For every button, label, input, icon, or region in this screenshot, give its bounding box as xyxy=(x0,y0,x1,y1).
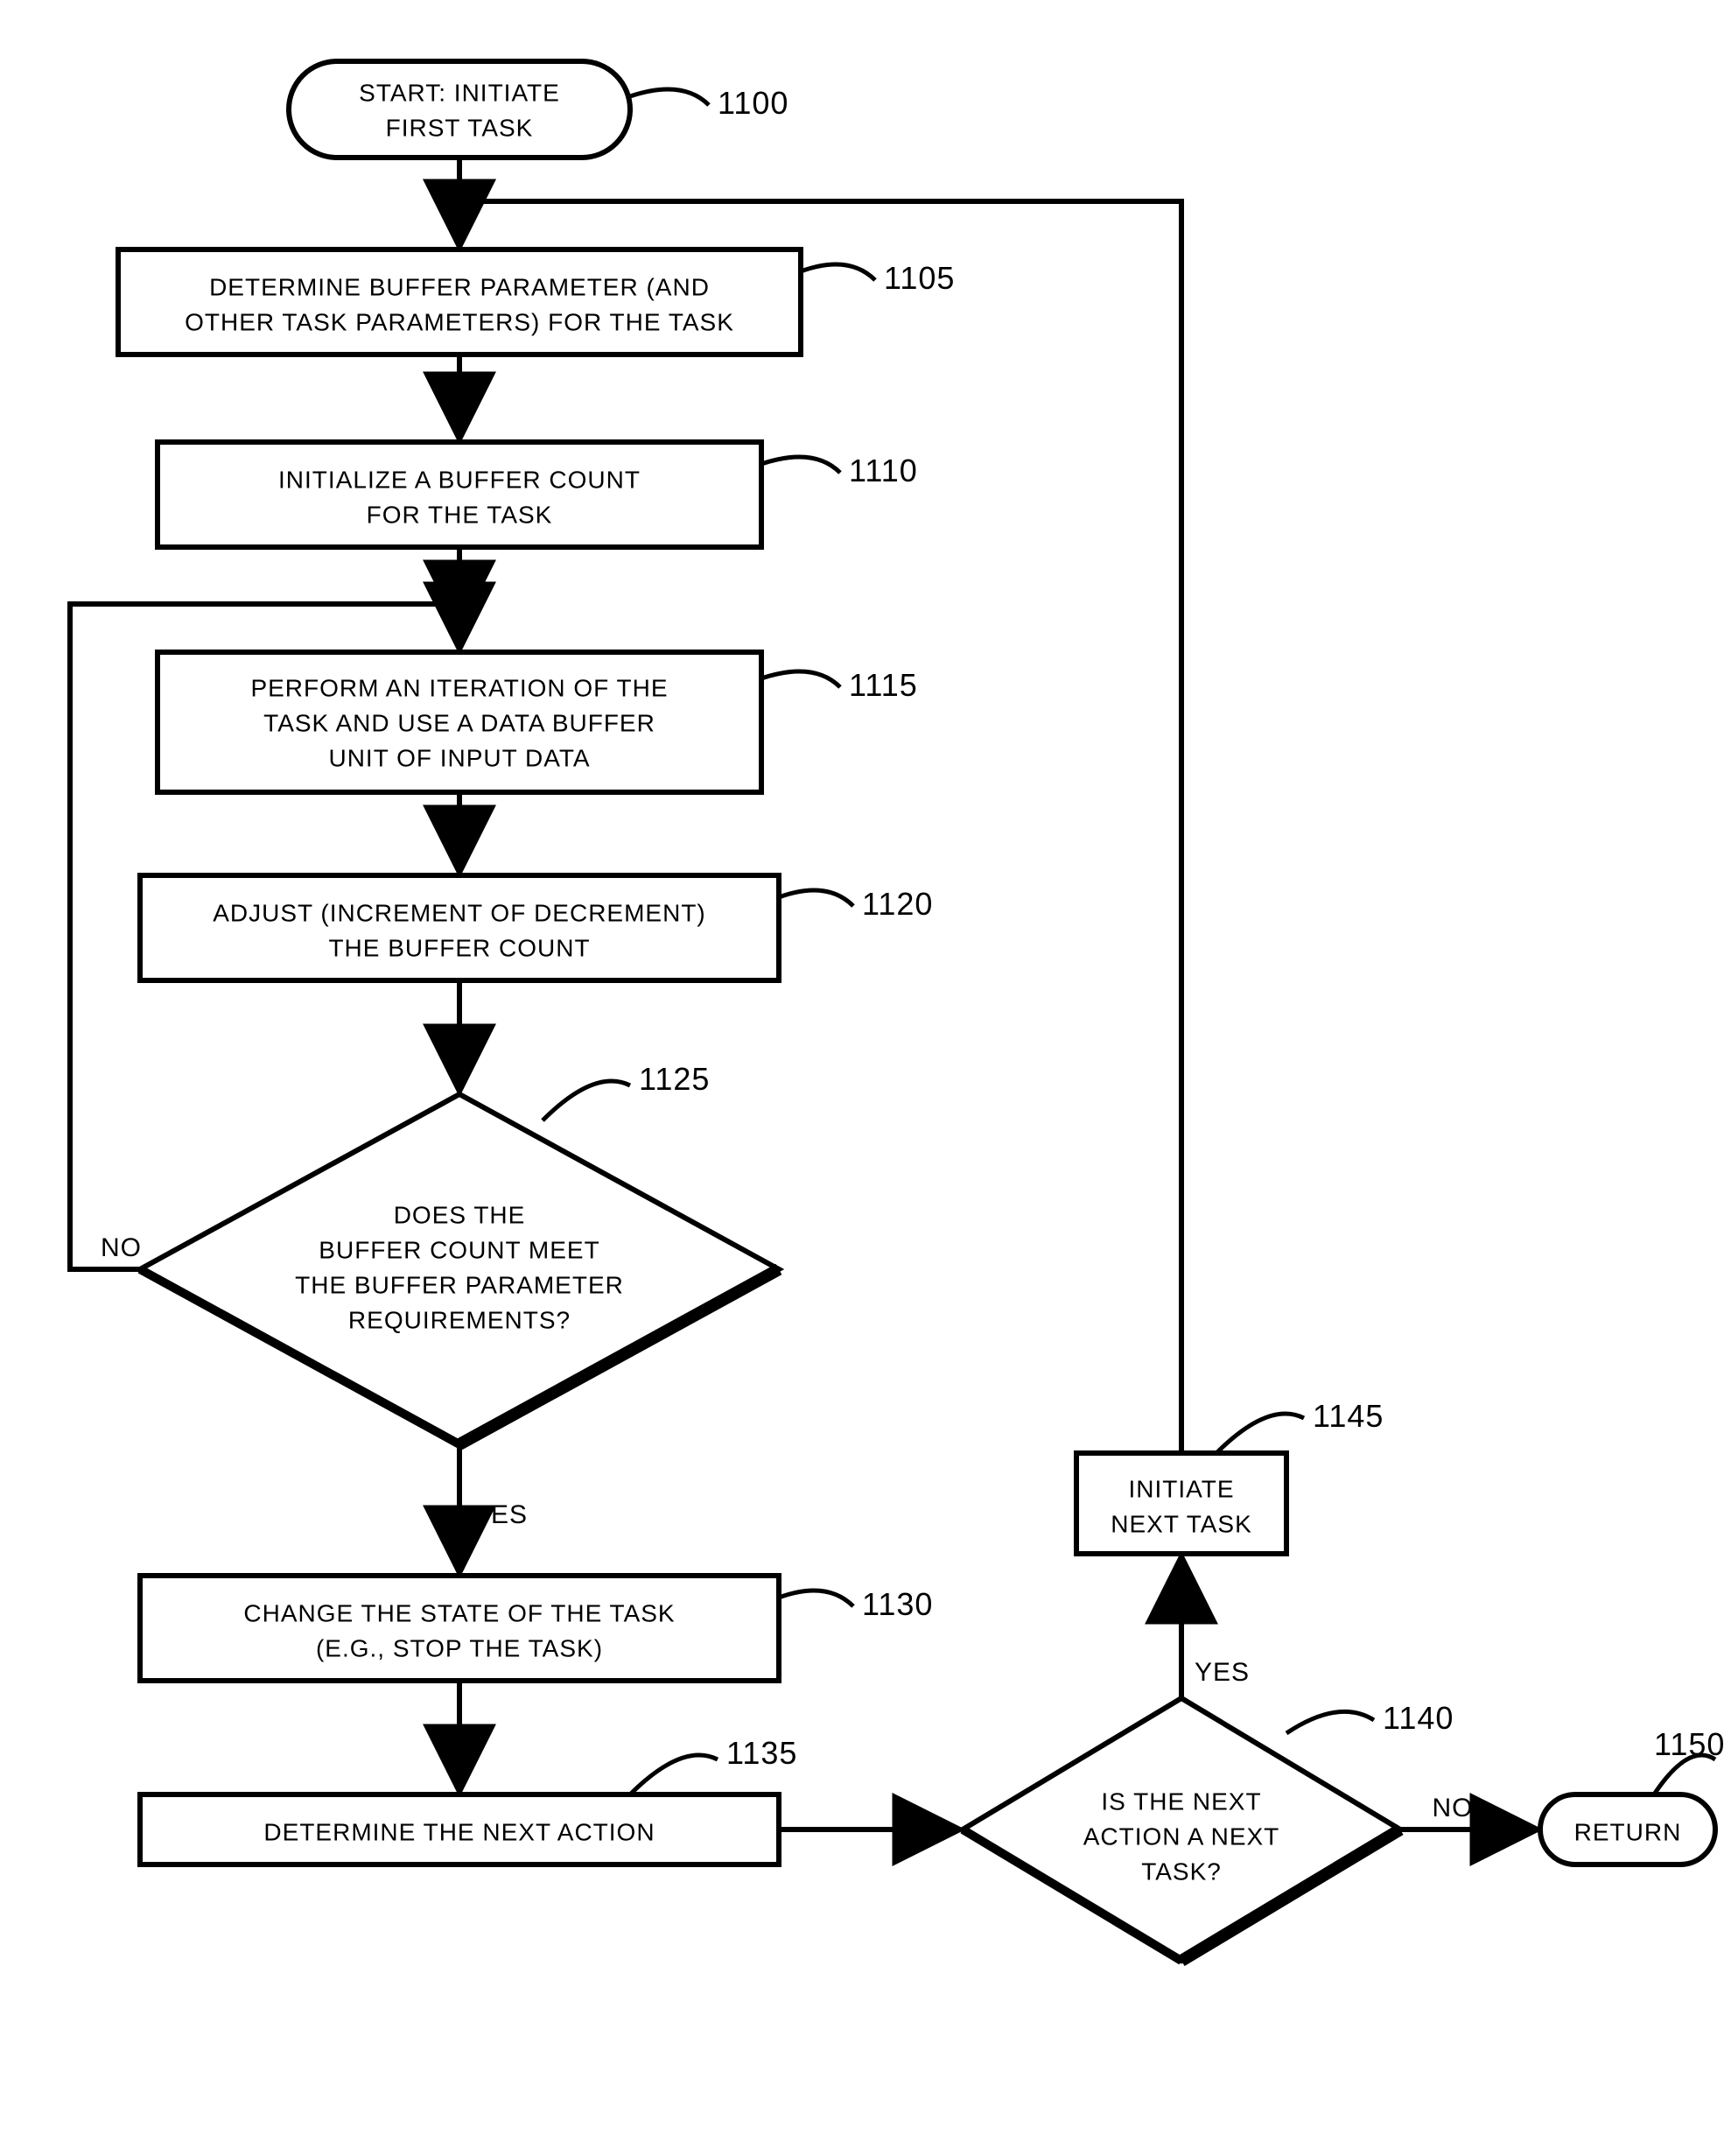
node-1135: DETERMINE THE NEXT ACTION xyxy=(140,1794,779,1865)
d1140-t1: IS THE NEXT xyxy=(1101,1787,1261,1815)
node-1115: PERFORM AN ITERATION OF THE TASK AND USE… xyxy=(158,652,761,792)
n1115-t2: TASK AND USE A DATA BUFFER xyxy=(263,709,655,736)
ref-1105: 1105 xyxy=(884,260,955,296)
n1145-t1: INITIATE xyxy=(1128,1475,1234,1502)
return-text: RETURN xyxy=(1574,1818,1682,1845)
n1145-t2: NEXT TASK xyxy=(1111,1510,1252,1537)
d1140-t2: ACTION A NEXT xyxy=(1083,1822,1280,1850)
return-node: RETURN xyxy=(1540,1794,1715,1865)
n1120-t1: ADJUST (INCREMENT OF DECREMENT) xyxy=(213,899,706,926)
n1105-t2: OTHER TASK PARAMETERS) FOR THE TASK xyxy=(185,308,734,335)
d1125-t3: THE BUFFER PARAMETER xyxy=(295,1271,624,1298)
edge-yes-1125: YES xyxy=(473,1500,528,1529)
start-text-2: FIRST TASK xyxy=(386,114,534,141)
d1125-t1: DOES THE xyxy=(394,1201,526,1228)
n1130-t1: CHANGE THE STATE OF THE TASK xyxy=(243,1599,675,1626)
n1115-t3: UNIT OF INPUT DATA xyxy=(328,744,590,771)
d1140-t3: TASK? xyxy=(1141,1858,1222,1885)
node-1120: ADJUST (INCREMENT OF DECREMENT) THE BUFF… xyxy=(140,875,779,980)
ref-1140: 1140 xyxy=(1383,1700,1454,1736)
n1105-t1: DETERMINE BUFFER PARAMETER (AND xyxy=(209,273,710,300)
edge-no-1140: NO xyxy=(1433,1794,1474,1822)
n1110-t1: INITIALIZE A BUFFER COUNT xyxy=(278,466,641,493)
d1125-t2: BUFFER COUNT MEET xyxy=(319,1236,599,1263)
n1120-t2: THE BUFFER COUNT xyxy=(328,934,590,961)
ref-1100: 1100 xyxy=(718,85,788,121)
decision-1140: IS THE NEXT ACTION A NEXT TASK? xyxy=(963,1698,1400,1961)
ref-1145: 1145 xyxy=(1313,1398,1384,1434)
n1115-t1: PERFORM AN ITERATION OF THE xyxy=(250,674,668,701)
ref-1120: 1120 xyxy=(862,886,933,922)
n1135-t1: DETERMINE THE NEXT ACTION xyxy=(263,1818,655,1845)
ref-1150: 1150 xyxy=(1654,1726,1725,1762)
n1110-t2: FOR THE TASK xyxy=(367,501,553,528)
ref-1110: 1110 xyxy=(849,453,918,488)
edge-no-1125: NO xyxy=(101,1233,142,1262)
edge-yes-1140: YES xyxy=(1195,1658,1250,1687)
ref-1115: 1115 xyxy=(849,667,918,703)
node-1145: INITIATE NEXT TASK xyxy=(1076,1453,1286,1554)
node-1130: CHANGE THE STATE OF THE TASK (E.G., STOP… xyxy=(140,1576,779,1681)
ref-1135: 1135 xyxy=(726,1735,797,1771)
ref-1130: 1130 xyxy=(862,1586,933,1622)
ref-1125: 1125 xyxy=(639,1061,710,1097)
start-node: START: INITIATE FIRST TASK xyxy=(289,61,630,158)
d1125-t4: REQUIREMENTS? xyxy=(348,1306,571,1333)
node-1110: INITIALIZE A BUFFER COUNT FOR THE TASK xyxy=(158,442,761,547)
decision-1125: DOES THE BUFFER COUNT MEET THE BUFFER PA… xyxy=(140,1094,779,1444)
start-text-1: START: INITIATE xyxy=(359,79,560,106)
flowchart: START: INITIATE FIRST TASK 1100 DETERMIN… xyxy=(18,18,1731,2138)
node-1105: DETERMINE BUFFER PARAMETER (AND OTHER TA… xyxy=(118,249,801,355)
n1130-t2: (E.G., STOP THE TASK) xyxy=(316,1634,603,1661)
